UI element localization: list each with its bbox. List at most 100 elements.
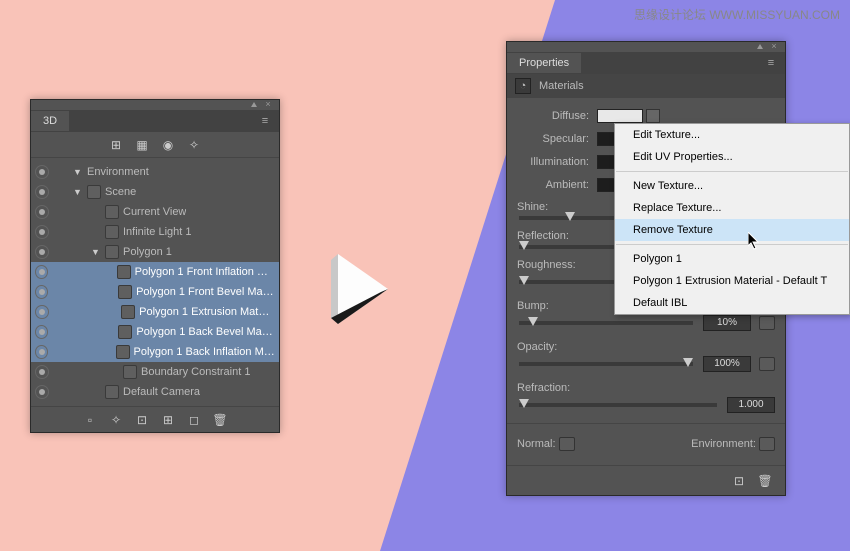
filter-light-icon[interactable]: ✧: [186, 137, 202, 153]
diffuse-texture-icon[interactable]: [646, 109, 660, 123]
menu-replace-texture[interactable]: Replace Texture...: [615, 197, 849, 219]
bump-folder-icon[interactable]: [759, 316, 775, 330]
bump-slider[interactable]: [519, 321, 693, 325]
bump-value[interactable]: 10%: [703, 315, 751, 331]
tree-row[interactable]: ▼ Polygon 1: [31, 242, 279, 262]
visibility-icon[interactable]: [35, 285, 48, 299]
environment-label: Environment:: [691, 438, 756, 450]
menu-new-texture[interactable]: New Texture...: [615, 175, 849, 197]
visibility-icon[interactable]: [35, 345, 48, 359]
close-icon[interactable]: ×: [261, 100, 275, 110]
filter-scene-icon[interactable]: ⊞: [108, 137, 124, 153]
refraction-slider[interactable]: [519, 403, 717, 407]
visibility-icon[interactable]: [35, 225, 49, 239]
refraction-value[interactable]: 1.000: [727, 397, 775, 413]
new-icon[interactable]: ⊡: [134, 412, 150, 428]
visibility-icon[interactable]: [35, 325, 48, 339]
close-icon[interactable]: ×: [767, 42, 781, 52]
tab-3d[interactable]: 3D: [31, 111, 69, 131]
materials-label: Materials: [539, 80, 584, 92]
tree-row[interactable]: Infinite Light 1: [31, 222, 279, 242]
tree-item-label: Polygon 1 Back Inflation Material: [134, 346, 275, 358]
panel-menu-icon[interactable]: ≡: [763, 57, 779, 69]
menu-polygon1[interactable]: Polygon 1: [615, 248, 849, 270]
menu-edit-texture[interactable]: Edit Texture...: [615, 124, 849, 146]
3d-bottom-toolbar: ▫ ✧ ⊡ ⊞ ◻ 🗑: [31, 406, 279, 432]
cursor-icon: [748, 232, 762, 250]
visibility-icon[interactable]: [35, 245, 49, 259]
collapse-icon[interactable]: [757, 44, 763, 49]
normal-folder-icon[interactable]: [559, 437, 575, 451]
tree-row[interactable]: Polygon 1 Extrusion Material: [31, 302, 279, 322]
opacity-slider[interactable]: [519, 362, 693, 366]
visibility-icon[interactable]: [35, 185, 49, 199]
menu-polygon1-extrusion[interactable]: Polygon 1 Extrusion Material - Default T: [615, 270, 849, 292]
expand-icon[interactable]: ▼: [73, 187, 83, 197]
visibility-icon[interactable]: [35, 365, 49, 379]
ambient-label: Ambient:: [517, 179, 589, 191]
scene-tree: ▼ Environment ▼SceneCurrent ViewInfinite L…: [31, 158, 279, 406]
render-icon[interactable]: ▫: [82, 412, 98, 428]
tree-item-label: Environment: [87, 166, 149, 178]
opacity-folder-icon[interactable]: [759, 357, 775, 371]
tree-row[interactable]: Polygon 1 Front Bevel Material: [31, 282, 279, 302]
environment-folder-icon[interactable]: [759, 437, 775, 451]
item-icon: [87, 185, 101, 199]
collapse-icon[interactable]: [251, 102, 257, 107]
properties-subheader: ◔ Materials: [507, 74, 785, 98]
menu-default-ibl[interactable]: Default IBL: [615, 292, 849, 314]
menu-edit-uv[interactable]: Edit UV Properties...: [615, 146, 849, 168]
tree-row[interactable]: ▼Scene: [31, 182, 279, 202]
trash-icon[interactable]: 🗑: [757, 473, 773, 489]
add-icon[interactable]: ⊞: [160, 412, 176, 428]
tree-row[interactable]: Default Camera: [31, 382, 279, 402]
tree-item-label: Boundary Constraint 1: [141, 366, 250, 378]
item-icon: [118, 325, 132, 339]
tree-item-label: Polygon 1 Extrusion Material: [139, 306, 275, 318]
tree-item-label: Polygon 1 Front Bevel Material: [136, 286, 275, 298]
expand-icon[interactable]: ▼: [73, 167, 83, 177]
3d-filter-toolbar: ⊞ ▦ ◉ ✧: [31, 132, 279, 158]
item-icon: [116, 345, 130, 359]
item-icon: [121, 305, 135, 319]
tab-properties[interactable]: Properties: [507, 53, 581, 73]
visibility-icon[interactable]: [35, 165, 49, 179]
new-doc-icon[interactable]: ⊡: [731, 473, 747, 489]
item-icon: [105, 385, 119, 399]
panel-menu-icon[interactable]: ≡: [257, 115, 273, 127]
opacity-value[interactable]: 100%: [703, 356, 751, 372]
expand-icon[interactable]: ▼: [91, 247, 101, 257]
tree-item-label: Polygon 1 Front Inflation Mate...: [135, 266, 275, 278]
diffuse-swatch[interactable]: [597, 109, 643, 123]
filter-mesh-icon[interactable]: ▦: [134, 137, 150, 153]
tree-row[interactable]: Current View: [31, 202, 279, 222]
texture-context-menu: Edit Texture... Edit UV Properties... Ne…: [614, 123, 850, 315]
item-icon: [105, 245, 119, 259]
tree-row[interactable]: Boundary Constraint 1: [31, 362, 279, 382]
diffuse-label: Diffuse:: [517, 110, 589, 122]
item-icon: [105, 225, 119, 239]
materials-icon[interactable]: ◔: [515, 78, 531, 94]
tree-item-label: Polygon 1: [123, 246, 172, 258]
new-layer-icon[interactable]: ◻: [186, 412, 202, 428]
3d-panel: × 3D ≡ ⊞ ▦ ◉ ✧ ▼ Environment ▼SceneCurrent…: [30, 99, 280, 433]
tree-row[interactable]: Polygon 1 Back Inflation Material: [31, 342, 279, 362]
tree-row[interactable]: Polygon 1 Front Inflation Mate...: [31, 262, 279, 282]
trash-icon[interactable]: 🗑: [212, 412, 228, 428]
tree-item-label: Default Camera: [123, 386, 200, 398]
filter-material-icon[interactable]: ◉: [160, 137, 176, 153]
specular-label: Specular:: [517, 133, 589, 145]
normal-label: Normal:: [517, 438, 556, 450]
light-icon[interactable]: ✧: [108, 412, 124, 428]
menu-remove-texture[interactable]: Remove Texture: [615, 219, 849, 241]
3d-viewport-shape: [326, 244, 426, 344]
visibility-icon[interactable]: [35, 385, 49, 399]
item-icon: [118, 285, 132, 299]
tree-row[interactable]: Polygon 1 Back Bevel Material: [31, 322, 279, 342]
item-icon: [123, 365, 137, 379]
visibility-icon[interactable]: [35, 205, 49, 219]
refraction-label: Refraction:: [517, 382, 775, 394]
visibility-icon[interactable]: [35, 265, 48, 279]
visibility-icon[interactable]: [35, 305, 49, 319]
tree-row[interactable]: ▼ Environment: [31, 162, 279, 182]
